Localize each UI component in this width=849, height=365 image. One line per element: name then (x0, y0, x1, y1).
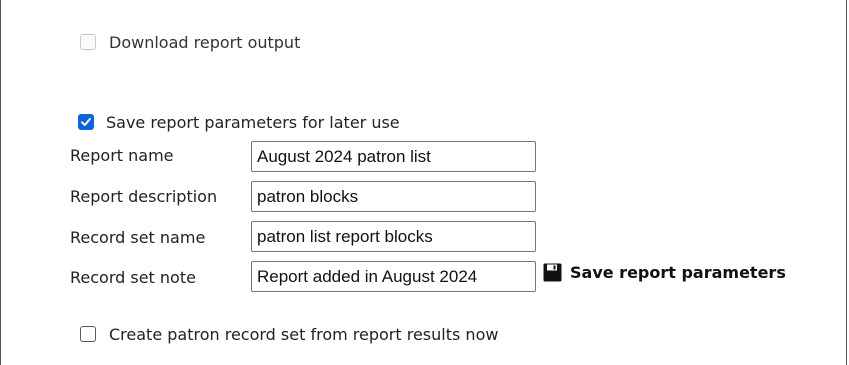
record-set-name-label: Record set name (70, 228, 206, 247)
download-output-checkbox[interactable] (80, 34, 96, 50)
save-params-label: Save report parameters for later use (106, 112, 400, 132)
save-report-parameters-label: Save report parameters (570, 263, 786, 282)
save-report-parameters-button[interactable]: Save report parameters (543, 263, 786, 282)
record-set-name-input[interactable] (251, 221, 536, 252)
floppy-disk-icon (543, 263, 562, 282)
checkmark-icon (81, 118, 91, 126)
save-params-option: Save report parameters for later use (78, 111, 400, 133)
report-name-label: Report name (70, 146, 174, 165)
report-options-panel: Download report output Save report param… (0, 0, 847, 365)
create-record-set-checkbox[interactable] (80, 326, 96, 342)
save-params-checkbox[interactable] (78, 114, 94, 130)
report-name-input[interactable] (251, 141, 536, 172)
record-set-note-input[interactable] (251, 261, 536, 292)
create-record-set-label: Create patron record set from report res… (109, 324, 499, 344)
create-record-set-option: Create patron record set from report res… (80, 323, 498, 345)
report-description-input[interactable] (251, 181, 536, 212)
download-output-option: Download report output (80, 31, 300, 53)
download-output-label: Download report output (109, 32, 301, 52)
report-description-label: Report description (70, 187, 218, 206)
record-set-note-label: Record set note (70, 268, 196, 287)
